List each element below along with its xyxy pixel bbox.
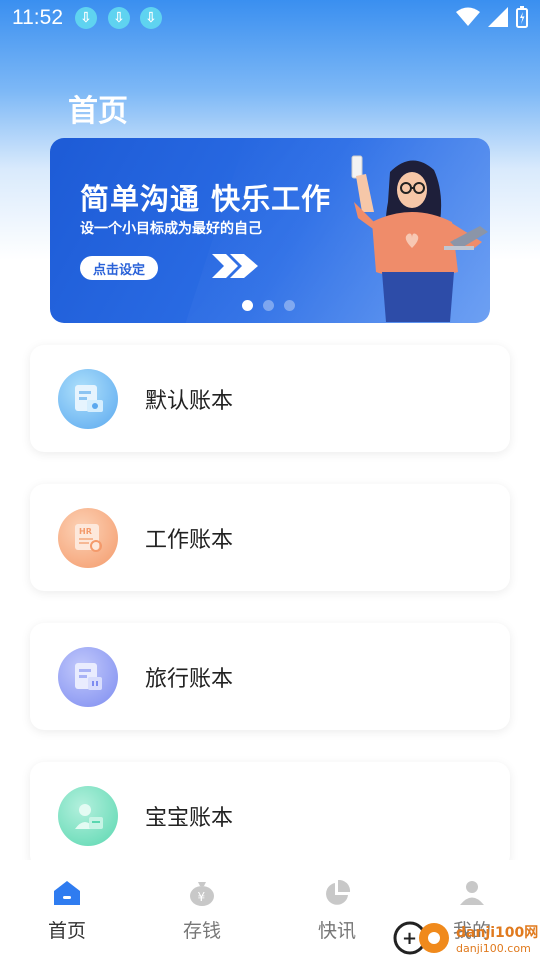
- pagination-dot[interactable]: [284, 300, 295, 311]
- double-arrow-icon: [212, 254, 258, 278]
- tab-news[interactable]: 快讯: [297, 879, 377, 943]
- watermark-logo-icon: +: [393, 921, 449, 955]
- pagination-dot-active[interactable]: [242, 300, 253, 311]
- ledger-card-baby[interactable]: 宝宝账本: [30, 762, 510, 869]
- ledger-label: 旅行账本: [145, 667, 234, 692]
- pagination-dot[interactable]: [263, 300, 274, 311]
- cell-signal-icon: [488, 7, 508, 27]
- user-icon: [460, 881, 484, 905]
- ledger-travel-icon: [58, 647, 118, 707]
- ledger-card-work[interactable]: HR 工作账本: [30, 484, 510, 591]
- status-time: 11:52: [12, 6, 63, 29]
- tab-savings[interactable]: ¥ 存钱: [162, 880, 242, 943]
- ledger-label: 工作账本: [145, 528, 234, 553]
- woman-illustration: [351, 155, 488, 322]
- download-icon: ⇩: [108, 7, 130, 29]
- pie-chart-icon: [326, 879, 351, 905]
- ledger-card-default[interactable]: 默认账本: [30, 345, 510, 452]
- banner-set-button[interactable]: 点击设定: [80, 256, 158, 280]
- svg-text:HR: HR: [79, 527, 92, 536]
- status-bar: 11:52 ⇩ ⇩ ⇩: [0, 0, 540, 36]
- wifi-icon: [456, 7, 480, 26]
- ledger-card-travel[interactable]: 旅行账本: [30, 623, 510, 730]
- banner-pagination: [242, 300, 295, 311]
- tab-label: 存钱: [182, 920, 221, 942]
- watermark-text: danji100网: [456, 924, 539, 941]
- ledger-label: 默认账本: [145, 389, 234, 414]
- banner-headline: 简单沟通 快乐工作: [80, 182, 332, 216]
- battery-icon: [516, 6, 528, 28]
- money-bag-icon: ¥: [190, 882, 214, 906]
- promo-banner[interactable]: 简单沟通 快乐工作 设一个小目标成为最好的自己 点击设定: [50, 138, 490, 323]
- tab-label: 快讯: [317, 920, 356, 942]
- site-watermark: + danji100网 danji100.com: [392, 918, 538, 958]
- ledger-baby-icon: [58, 786, 118, 846]
- tab-label: 首页: [47, 920, 86, 942]
- download-icon: ⇩: [75, 7, 97, 29]
- ledger-default-icon: [58, 369, 118, 429]
- home-icon: [54, 881, 80, 905]
- svg-text:+: +: [402, 928, 417, 949]
- banner-subline: 设一个小目标成为最好的自己: [80, 221, 262, 237]
- download-icon: ⇩: [140, 7, 162, 29]
- watermark-subtext: danji100.com: [456, 941, 531, 955]
- ledger-work-icon: HR: [58, 508, 118, 568]
- page-title: 首页: [68, 94, 128, 129]
- system-icons: [456, 6, 528, 28]
- tab-home[interactable]: 首页: [27, 880, 107, 943]
- svg-text:¥: ¥: [198, 890, 206, 904]
- ledger-label: 宝宝账本: [145, 806, 234, 831]
